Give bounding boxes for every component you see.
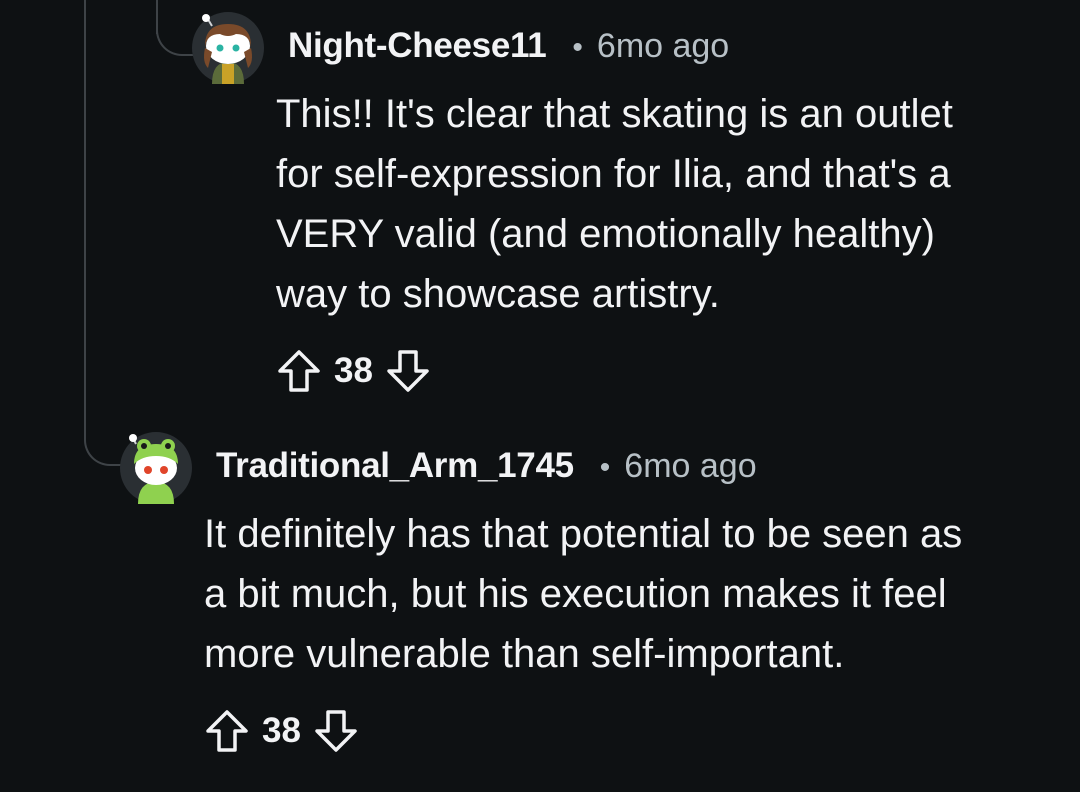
- separator-dot: •: [572, 31, 583, 64]
- downvote-button[interactable]: [313, 708, 359, 754]
- vote-row: 38: [204, 706, 359, 756]
- comment-body: It definitely has that potential to be s…: [204, 504, 962, 684]
- vote-row: 38: [276, 346, 431, 396]
- thread-elbow-outer: [84, 420, 124, 466]
- comment-line: It definitely has that potential to be s…: [204, 512, 963, 556]
- comment-line: for self-expression for Ilia, and that's…: [276, 152, 951, 196]
- username[interactable]: Night-Cheese11: [288, 26, 547, 66]
- upvote-button[interactable]: [204, 708, 250, 754]
- comment-line: This!! It's clear that skating is an out…: [276, 92, 953, 136]
- comment-line: way to showcase artistry.: [276, 272, 720, 316]
- snoo-avatar-green-hat-icon[interactable]: [120, 432, 192, 504]
- downvote-button[interactable]: [385, 348, 431, 394]
- thread-line-outer[interactable]: [84, 0, 86, 440]
- upvote-button[interactable]: [276, 348, 322, 394]
- username[interactable]: Traditional_Arm_1745: [216, 446, 574, 486]
- comment-body: This!! It's clear that skating is an out…: [276, 84, 953, 324]
- comment-meta: Traditional_Arm_1745 • 6mo ago: [216, 446, 757, 486]
- vote-score: 38: [262, 711, 301, 750]
- comment-meta: Night-Cheese11 • 6mo ago: [288, 26, 729, 66]
- thread-elbow-inner: [156, 10, 196, 56]
- comment-line: VERY valid (and emotionally healthy): [276, 212, 935, 256]
- timestamp[interactable]: 6mo ago: [624, 447, 756, 486]
- downvote-arrow-icon: [315, 710, 357, 752]
- upvote-arrow-icon: [278, 350, 320, 392]
- snoo-avatar-brown-hair-icon[interactable]: [192, 12, 264, 84]
- upvote-arrow-icon: [206, 710, 248, 752]
- comment-line: more vulnerable than self-important.: [204, 632, 845, 676]
- timestamp[interactable]: 6mo ago: [597, 27, 729, 66]
- vote-score: 38: [334, 351, 373, 390]
- separator-dot: •: [599, 451, 611, 484]
- comment-line: a bit much, but his execution makes it f…: [204, 572, 947, 616]
- downvote-arrow-icon: [387, 350, 429, 392]
